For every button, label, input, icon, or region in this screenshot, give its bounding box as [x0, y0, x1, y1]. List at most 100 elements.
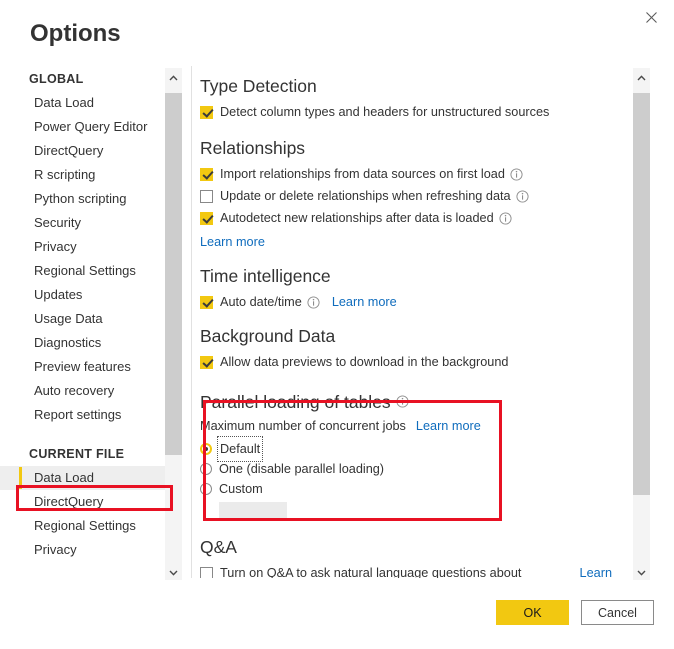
checkbox-allow-data-previews[interactable] [200, 355, 213, 369]
section-header-parallel-loading: Parallel loading of tables [200, 389, 625, 414]
radio-one-disable-parallel-loading[interactable] [200, 463, 212, 475]
info-icon[interactable] [510, 167, 523, 181]
radio-default[interactable] [200, 443, 212, 455]
cancel-button[interactable]: Cancel [581, 600, 654, 625]
sidebar-item-label: Data Load [34, 470, 94, 485]
checkbox-import-relationships[interactable] [200, 167, 213, 181]
sidebar-item-label: DirectQuery [34, 143, 104, 158]
ok-button[interactable]: OK [496, 600, 569, 625]
sidebar-scrollbar[interactable] [165, 68, 182, 580]
checkbox-detect-column-types[interactable] [200, 105, 213, 119]
dialog-title-bar: Options [0, 0, 674, 60]
sidebar-item-global-security[interactable]: Security [0, 211, 165, 235]
info-icon[interactable] [307, 295, 320, 309]
sidebar-item-label: Usage Data [34, 311, 103, 326]
option-label: Detect column types and headers for unst… [220, 105, 550, 119]
content-scrollbar[interactable] [633, 68, 650, 580]
option-import-relationships[interactable]: Import relationships from data sources o… [200, 163, 625, 185]
sidebar-item-global-power-query-editor[interactable]: Power Query Editor [0, 115, 165, 139]
radio-label-custom: Custom [219, 482, 263, 496]
sidebar-item-global-python-scripting[interactable]: Python scripting [0, 187, 165, 211]
option-label: Update or delete relationships when refr… [220, 189, 511, 203]
sidebar-item-currentfile-data-load[interactable]: Data Load [0, 466, 165, 490]
sidebar-item-label: Updates [34, 287, 83, 302]
sidebar-item-label: Regional Settings [34, 263, 136, 278]
time-intelligence-learn-more-link[interactable]: Learn more [332, 292, 397, 312]
checkbox-auto-date-time[interactable] [200, 295, 213, 309]
info-icon[interactable] [516, 189, 529, 203]
checkbox-update-relationships[interactable] [200, 189, 213, 203]
option-label: Allow data previews to download in the b… [220, 355, 509, 369]
option-turn-on-qna[interactable]: Turn on Q&A to ask natural language ques… [200, 562, 612, 578]
relationships-learn-more-link[interactable]: Learn more [200, 235, 265, 249]
info-icon[interactable] [499, 211, 512, 225]
option-label: Turn on Q&A to ask natural language ques… [220, 566, 522, 578]
sidebar-item-global-auto-recovery[interactable]: Auto recovery [0, 379, 165, 403]
option-detect-column-types[interactable]: Detect column types and headers for unst… [200, 101, 625, 123]
sidebar-item-global-preview-features[interactable]: Preview features [0, 355, 165, 379]
sidebar-section-current-file: CURRENT FILE [29, 447, 125, 461]
sidebar-scrollbar-thumb[interactable] [165, 93, 182, 455]
sidebar-item-label: Power Query Editor [34, 119, 148, 134]
section-title-type-detection: Type Detection [200, 76, 317, 96]
close-icon [645, 11, 657, 23]
sidebar-item-label: Auto recovery [34, 383, 115, 398]
sidebar-item-label: Regional Settings [34, 518, 136, 533]
option-auto-date-time[interactable]: Auto date/time Learn more [200, 291, 625, 313]
chevron-down-icon [169, 563, 178, 581]
sidebar-item-global-updates[interactable]: Updates [0, 283, 165, 307]
radio-label-one: One (disable parallel loading) [219, 462, 385, 476]
sidebar-item-global-usage-data[interactable]: Usage Data [0, 307, 165, 331]
content-scrollbar-thumb[interactable] [633, 93, 650, 495]
option-allow-data-previews[interactable]: Allow data previews to download in the b… [200, 351, 625, 373]
radio-custom[interactable] [200, 483, 212, 495]
sidebar-item-label: Data Load [34, 95, 94, 110]
sidebar-section-global: GLOBAL [29, 72, 84, 86]
sidebar-item-global-r-scripting[interactable]: R scripting [0, 163, 165, 187]
custom-concurrent-jobs-input[interactable] [219, 502, 287, 521]
sidebar-item-label: Diagnostics [34, 335, 102, 350]
section-title-time-intelligence: Time intelligence [200, 266, 331, 286]
chevron-up-icon [169, 68, 178, 86]
content-scroll-up-button[interactable] [633, 68, 650, 85]
section-title-background-data: Background Data [200, 326, 336, 346]
option-label: Auto date/time [220, 295, 302, 309]
sidebar-item-label: Preview features [34, 359, 131, 374]
sidebar-item-global-report-settings[interactable]: Report settings [0, 403, 165, 427]
checkbox-autodetect-relationships[interactable] [200, 211, 213, 225]
radio-option-default[interactable]: Default [200, 436, 625, 462]
sidebar-item-label: DirectQuery [34, 494, 104, 509]
sidebar-item-global-diagnostics[interactable]: Diagnostics [0, 331, 165, 355]
dialog-footer: OK Cancel [0, 588, 674, 649]
qna-learn-link[interactable]: Learn [580, 563, 612, 578]
sidebar-item-label: Privacy [34, 542, 77, 557]
option-update-relationships[interactable]: Update or delete relationships when refr… [200, 185, 625, 207]
info-icon[interactable] [396, 395, 409, 408]
sidebar-item-global-directquery[interactable]: DirectQuery [0, 139, 165, 163]
sidebar-item-currentfile-privacy[interactable]: Privacy [0, 538, 165, 562]
parallel-loading-subtitle-row: Maximum number of concurrent jobs Learn … [200, 416, 625, 436]
sidebar-scroll-up-button[interactable] [165, 68, 182, 85]
content-scroll-down-button[interactable] [633, 563, 650, 580]
section-title-qna: Q&A [200, 537, 237, 557]
option-autodetect-relationships[interactable]: Autodetect new relationships after data … [200, 207, 625, 229]
checkbox-turn-on-qna[interactable] [200, 566, 213, 578]
sidebar-item-global-privacy[interactable]: Privacy [0, 235, 165, 259]
max-concurrent-jobs-label: Maximum number of concurrent jobs [200, 419, 406, 433]
sidebar-item-global-regional-settings[interactable]: Regional Settings [0, 259, 165, 283]
sidebar-item-label: Privacy [34, 239, 77, 254]
radio-option-custom[interactable]: Custom [200, 479, 625, 499]
close-button[interactable] [635, 4, 667, 30]
sidebar-item-label: Report settings [34, 407, 122, 422]
sidebar-scroll-down-button[interactable] [165, 563, 182, 580]
sidebar-item-global-data-load[interactable]: Data Load [0, 91, 165, 115]
radio-option-one[interactable]: One (disable parallel loading) [200, 459, 625, 479]
page-title: Options [30, 20, 121, 47]
option-label: Import relationships from data sources o… [220, 167, 505, 181]
radio-label-default: Default [216, 436, 264, 462]
chevron-up-icon [637, 68, 646, 86]
sidebar-item-currentfile-regional-settings[interactable]: Regional Settings [0, 514, 165, 538]
sidebar-navigation: GLOBAL Data Load Power Query Editor Dire… [0, 68, 165, 580]
parallel-loading-learn-more-link[interactable]: Learn more [416, 416, 481, 436]
sidebar-item-currentfile-directquery[interactable]: DirectQuery [0, 490, 165, 514]
